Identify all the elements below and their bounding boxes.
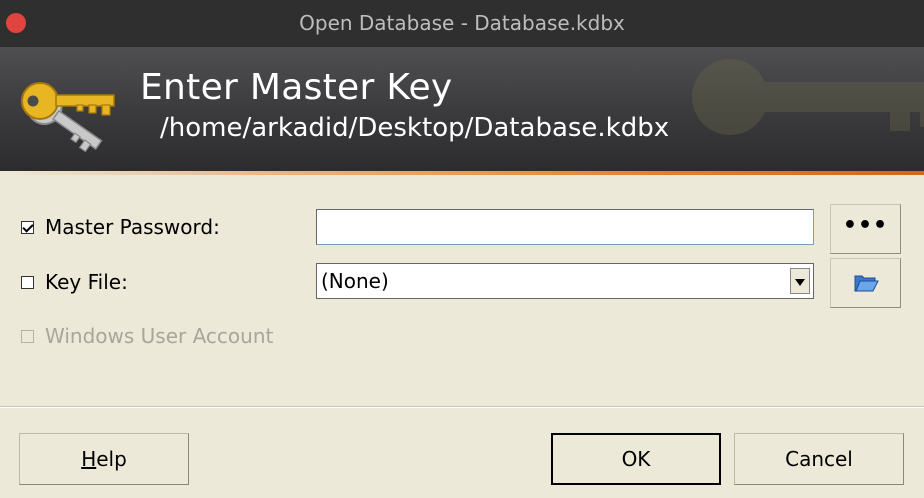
folder-open-icon: [854, 275, 879, 292]
banner-title: Enter Master Key: [140, 67, 453, 108]
cancel-button[interactable]: Cancel: [734, 433, 904, 485]
key-file-checkbox[interactable]: [21, 276, 34, 289]
key-icon: [21, 82, 115, 153]
master-password-checkbox[interactable]: [21, 221, 34, 234]
key-watermark-icon: [692, 59, 924, 135]
windows-user-account-checkbox[interactable]: [21, 330, 34, 343]
header-banner: Enter Master Key /home/arkadid/Desktop/D…: [0, 47, 924, 171]
database-path: /home/arkadid/Desktop/Database.kdbx: [160, 113, 670, 143]
help-button-label: Help: [81, 447, 127, 471]
window-titlebar: Open Database - Database.kdbx: [0, 0, 924, 47]
key-file-selected-value: (None): [321, 269, 389, 293]
key-file-select[interactable]: (None): [316, 263, 814, 299]
window-title: Open Database - Database.kdbx: [299, 11, 625, 35]
master-password-label: Master Password:: [45, 215, 220, 239]
master-password-input[interactable]: [316, 209, 814, 245]
chevron-down-icon[interactable]: [790, 268, 810, 294]
ellipsis-icon: •••: [842, 213, 889, 238]
ok-button[interactable]: OK: [551, 433, 721, 485]
buttons-divider: [0, 406, 924, 408]
browse-key-file-button[interactable]: [830, 258, 901, 308]
key-file-label: Key File:: [45, 270, 128, 294]
show-password-button[interactable]: •••: [830, 204, 901, 254]
banner-accent-stripe: [0, 171, 924, 175]
windows-user-account-label: Windows User Account: [45, 324, 274, 348]
cancel-button-label: Cancel: [785, 447, 853, 471]
help-button[interactable]: Help: [19, 433, 189, 485]
ok-button-label: OK: [621, 447, 651, 471]
